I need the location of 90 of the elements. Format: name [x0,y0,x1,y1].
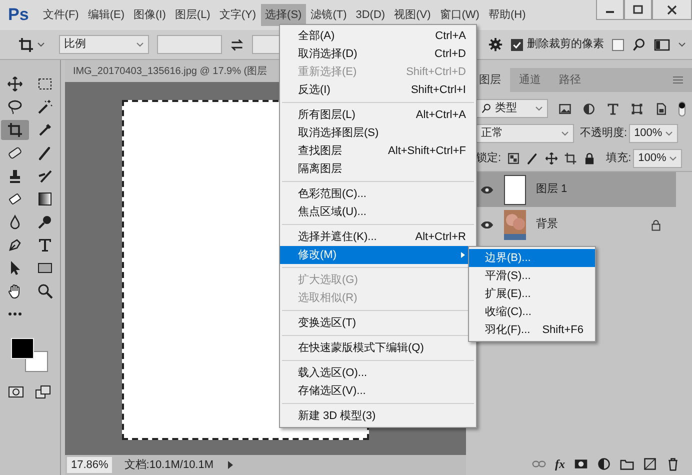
menu-item[interactable]: 窗口(W) [436,4,484,26]
opacity-label: 不透明度: [580,126,628,142]
menu-item[interactable]: 编辑(E) [84,4,129,26]
gear-icon[interactable] [488,37,503,52]
blend-mode-dropdown[interactable]: 正常 [476,124,574,143]
maximize-icon[interactable] [632,4,644,16]
zoom-field[interactable]: 17.86% [66,456,112,474]
quick-mask-icon[interactable] [8,384,24,400]
arrow-icon[interactable] [226,460,235,470]
screen-mode-icon[interactable] [35,384,52,400]
opacity-field[interactable]: 100% [629,124,678,143]
search-icon[interactable] [632,38,646,52]
menu-item[interactable]: 新建 3D 模型(3) [280,407,476,425]
menu-item[interactable]: 视图(V) [390,4,435,26]
layer-name: 图层 1 [536,182,568,198]
document-icon[interactable] [654,102,668,116]
document-tab[interactable]: IMG_20170403_135616.jpg @ 17.9% (图层 [72,64,268,78]
transform-box-icon[interactable] [630,102,644,116]
menu-item[interactable]: 存储选区(V)... [280,382,476,400]
menu-item[interactable]: 帮助(H) [484,4,530,26]
menu-item[interactable]: 取消选择(D) Ctrl+D [280,45,476,63]
menu-item[interactable]: 平滑(S)... [469,267,595,285]
checkbox-label: 删除裁剪的像素 [527,36,604,52]
image-icon[interactable] [558,102,572,116]
menu-item[interactable]: 图层(L) [170,4,214,26]
crop-preset-button[interactable] [18,36,45,52]
lock-icon[interactable] [583,152,596,165]
width-input[interactable] [156,35,222,54]
maximize-button[interactable] [624,0,652,20]
caret-icon[interactable] [669,154,678,162]
menu-item[interactable]: 扩展(E)... [469,285,595,303]
crop-icon[interactable] [564,152,578,165]
swap-icon[interactable] [230,38,244,52]
mask-icon[interactable] [574,457,588,471]
fill-field[interactable]: 100% [633,149,682,168]
caret-icon[interactable] [535,104,543,112]
new-layer-icon[interactable] [643,457,657,471]
color-swatches-drawing[interactable] [11,338,48,372]
caret-icon[interactable] [678,40,686,48]
half-circle-icon[interactable] [597,457,611,471]
ratio-dropdown[interactable]: 比例 [58,35,149,54]
four-arrow-icon[interactable] [545,152,558,165]
menu-item[interactable]: 文字(Y) [215,4,260,26]
fill-label: 填充: [606,151,632,166]
panel-tab[interactable]: 路径 [550,68,590,92]
trash-icon[interactable] [666,457,680,471]
menu-item[interactable]: 文件(F) [38,4,83,26]
folder-icon[interactable] [620,457,634,471]
menu-item[interactable]: 滤镜(T) [306,4,351,26]
caret-icon[interactable] [561,130,569,138]
menu-item[interactable]: 图像(I) [130,4,170,26]
caret-icon[interactable] [36,40,45,48]
layer-thumbnail [504,174,526,204]
brush-icon[interactable] [526,152,540,165]
photo-thumbnail [504,210,526,240]
panel-tab[interactable]: 通道 [510,68,550,92]
menu-item[interactable]: 边界(B)... [469,249,595,267]
half-circle-icon[interactable] [582,102,596,116]
menu-item[interactable]: 选择(S) [261,4,306,26]
close-button[interactable] [652,0,692,20]
menu-item[interactable]: 所有图层(L) Alt+Ctrl+A [280,106,476,124]
checkbox[interactable] [511,38,523,50]
menu-item[interactable]: 3D(D) [352,4,390,26]
menu-item[interactable]: 在快速蒙版模式下编辑(Q) [280,339,476,357]
submenu-arrow-icon [460,251,466,259]
minimize-button[interactable] [596,0,624,20]
checkerboard-icon[interactable] [507,152,520,165]
layer-name: 背景 [536,216,559,232]
app-logo: Ps [7,4,30,26]
type-icon[interactable] [606,102,620,116]
menu-item[interactable]: 载入选区(O)... [280,364,476,382]
menu-item[interactable]: 查找图层 Alt+Shift+Ctrl+F [280,142,476,160]
document-size-text: 文档:10.1M/10.1M [124,458,214,473]
caret-icon[interactable] [664,130,673,138]
menu-icon[interactable] [672,74,684,86]
menu-item[interactable]: 收缩(C)... [469,303,595,321]
menu-item[interactable]: 全部(A) Ctrl+A [280,27,476,45]
panel-icon[interactable] [654,36,670,52]
menu-item[interactable]: 羽化(F)... Shift+F6 [469,321,595,339]
checkbox[interactable] [612,38,624,50]
fx-button[interactable]: fx [555,455,565,473]
filter-dropdown[interactable]: 类型 [476,99,548,118]
crop-icon[interactable] [0,120,29,140]
menu-item[interactable]: 取消选择图层(S) [280,124,476,142]
lock-icon[interactable] [650,218,662,230]
toggle-switch[interactable] [678,100,686,116]
caret-icon[interactable] [136,40,144,48]
close-icon[interactable] [666,4,678,16]
search-icon[interactable] [481,103,492,114]
lock-label: 锁定: [476,150,502,166]
